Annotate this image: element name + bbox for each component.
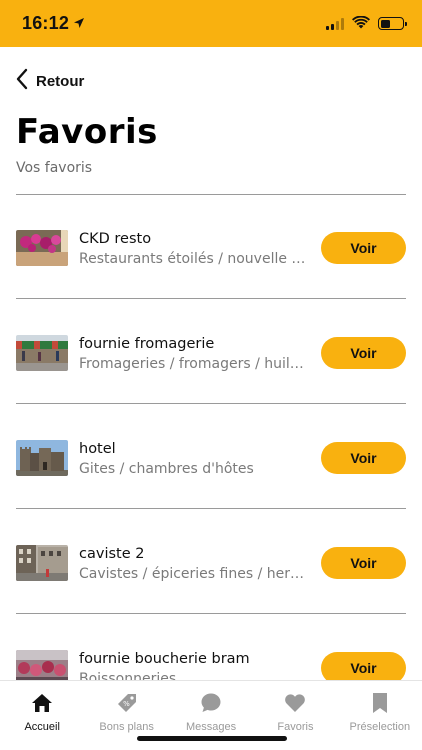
tab-label: Préselection bbox=[349, 721, 411, 733]
item-title: caviste 2 bbox=[79, 546, 145, 562]
location-arrow-icon bbox=[73, 14, 85, 33]
street-building-photo bbox=[16, 545, 68, 581]
voir-button[interactable]: Voir bbox=[321, 442, 406, 474]
tab-preselection[interactable]: Préselection bbox=[338, 681, 422, 750]
voir-button[interactable]: Voir bbox=[321, 547, 406, 579]
list-item[interactable]: caviste 2 Cavistes / épiceries fines / h… bbox=[16, 509, 406, 614]
battery-icon bbox=[378, 17, 407, 30]
market-stall-photo bbox=[16, 650, 68, 680]
list-item[interactable]: fournie fromagerie Fromageries / fromage… bbox=[16, 299, 406, 404]
tab-label: Messages bbox=[185, 721, 237, 733]
tab-label: Bons plans bbox=[99, 721, 154, 733]
item-title: fournie boucherie bram bbox=[79, 651, 250, 667]
chevron-left-icon bbox=[16, 68, 28, 94]
tag-icon: % bbox=[115, 691, 139, 715]
home-icon bbox=[30, 691, 54, 715]
back-label: Retour bbox=[36, 72, 85, 90]
item-category: Restaurants étoilés / nouvelle cuisine bbox=[79, 251, 311, 267]
voir-button[interactable]: Voir bbox=[321, 652, 406, 680]
status-bar: 16:12 bbox=[0, 0, 422, 47]
item-category: Cavistes / épiceries fines / herborister… bbox=[79, 566, 311, 582]
favorites-list[interactable]: CKD resto Restaurants étoilés / nouvelle… bbox=[0, 194, 422, 680]
status-right bbox=[326, 14, 407, 33]
castle-photo bbox=[16, 440, 68, 476]
heart-icon bbox=[283, 691, 307, 715]
cellular-signal-icon bbox=[326, 17, 344, 30]
list-item[interactable]: fournie boucherie bram Boissonneries Voi… bbox=[16, 614, 406, 680]
voir-button[interactable]: Voir bbox=[321, 337, 406, 369]
page-title: Favoris bbox=[16, 112, 158, 152]
tab-label: Accueil bbox=[24, 721, 60, 733]
bookmark-icon bbox=[368, 691, 392, 715]
item-title: CKD resto bbox=[79, 231, 152, 247]
status-left: 16:12 bbox=[22, 13, 85, 34]
back-button[interactable]: Retour bbox=[16, 68, 84, 94]
item-category: Boissonneries bbox=[79, 671, 177, 680]
item-category: Fromageries / fromagers / huileries bbox=[79, 356, 311, 372]
tab-label: Favoris bbox=[277, 721, 314, 733]
market-street-photo bbox=[16, 335, 68, 371]
chat-bubble-icon bbox=[199, 691, 223, 715]
home-indicator bbox=[137, 736, 287, 741]
battery-fill bbox=[380, 19, 390, 28]
svg-text:%: % bbox=[123, 700, 130, 708]
item-category: Gites / chambres d'hôtes bbox=[79, 461, 254, 477]
page-subtitle: Vos favoris bbox=[16, 160, 93, 176]
list-item[interactable]: hotel Gites / chambres d'hôtes Voir bbox=[16, 404, 406, 509]
flowers-photo bbox=[16, 230, 68, 266]
wifi-icon bbox=[352, 14, 370, 33]
tab-accueil[interactable]: Accueil bbox=[0, 681, 84, 750]
list-item[interactable]: CKD resto Restaurants étoilés / nouvelle… bbox=[16, 194, 406, 299]
status-time: 16:12 bbox=[22, 13, 70, 33]
item-title: hotel bbox=[79, 441, 116, 457]
item-title: fournie fromagerie bbox=[79, 336, 215, 352]
voir-button[interactable]: Voir bbox=[321, 232, 406, 264]
